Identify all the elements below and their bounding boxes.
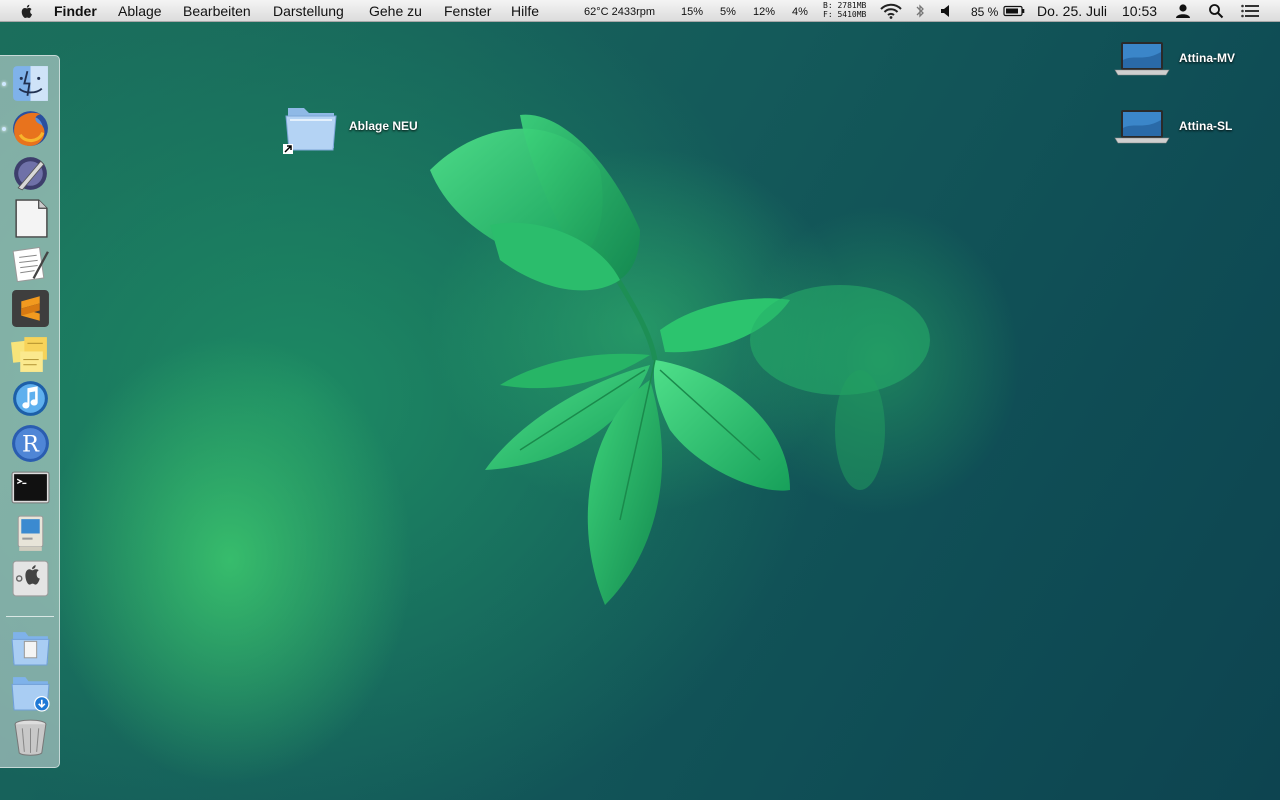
running-indicator	[2, 82, 6, 86]
dock-document[interactable]	[10, 198, 51, 239]
dock-system-utility[interactable]	[10, 558, 51, 599]
documents-folder-icon	[11, 632, 50, 666]
textedit-icon	[12, 246, 49, 283]
stickies-icon	[11, 337, 47, 372]
laptop-icon	[1114, 42, 1170, 76]
downloads-folder-icon	[11, 677, 50, 712]
document-icon	[15, 199, 48, 238]
dock-trash[interactable]	[10, 716, 51, 757]
svg-text:R: R	[22, 432, 40, 458]
drive-label-attina-sl[interactable]: Attina-SL	[1179, 119, 1232, 133]
itunes-icon	[13, 381, 48, 416]
terminal-icon	[11, 471, 50, 504]
apple-utility-icon	[12, 560, 49, 597]
dock-terminal[interactable]	[10, 468, 51, 509]
firefox-icon	[13, 111, 48, 146]
finder-icon	[13, 66, 48, 101]
dock-finder[interactable]	[10, 63, 51, 104]
dock-documents-stack[interactable]	[10, 626, 51, 667]
folder-label[interactable]: Ablage NEU	[349, 119, 418, 133]
folder-ablage-neu[interactable]	[282, 100, 340, 156]
dock-firefox[interactable]	[10, 108, 51, 149]
drive-attina-sl[interactable]	[1114, 108, 1170, 146]
dock-separator	[6, 616, 54, 617]
classic-mac-icon	[17, 515, 44, 551]
dock-classic-mac[interactable]	[10, 513, 51, 554]
pen-tool-icon	[14, 157, 47, 191]
folder-alias-icon	[283, 108, 337, 154]
dock-textedit[interactable]	[10, 243, 51, 284]
dock-preview[interactable]	[10, 153, 51, 194]
drive-label-attina-mv[interactable]: Attina-MV	[1179, 51, 1235, 65]
r-language-icon: R	[12, 425, 49, 462]
dock-downloads-stack[interactable]	[10, 671, 51, 712]
dock-itunes[interactable]	[10, 378, 51, 419]
wallpaper-leaf-image	[430, 114, 930, 605]
laptop-icon	[1114, 110, 1170, 144]
dock: R	[0, 55, 60, 768]
trash-icon	[14, 719, 47, 756]
sublime-text-icon	[12, 290, 49, 327]
dock-r-app[interactable]: R	[10, 423, 51, 464]
drive-attina-mv[interactable]	[1114, 40, 1170, 78]
running-indicator	[2, 127, 6, 131]
dock-sublime-text[interactable]	[10, 288, 51, 329]
dock-stickies[interactable]	[10, 333, 51, 374]
